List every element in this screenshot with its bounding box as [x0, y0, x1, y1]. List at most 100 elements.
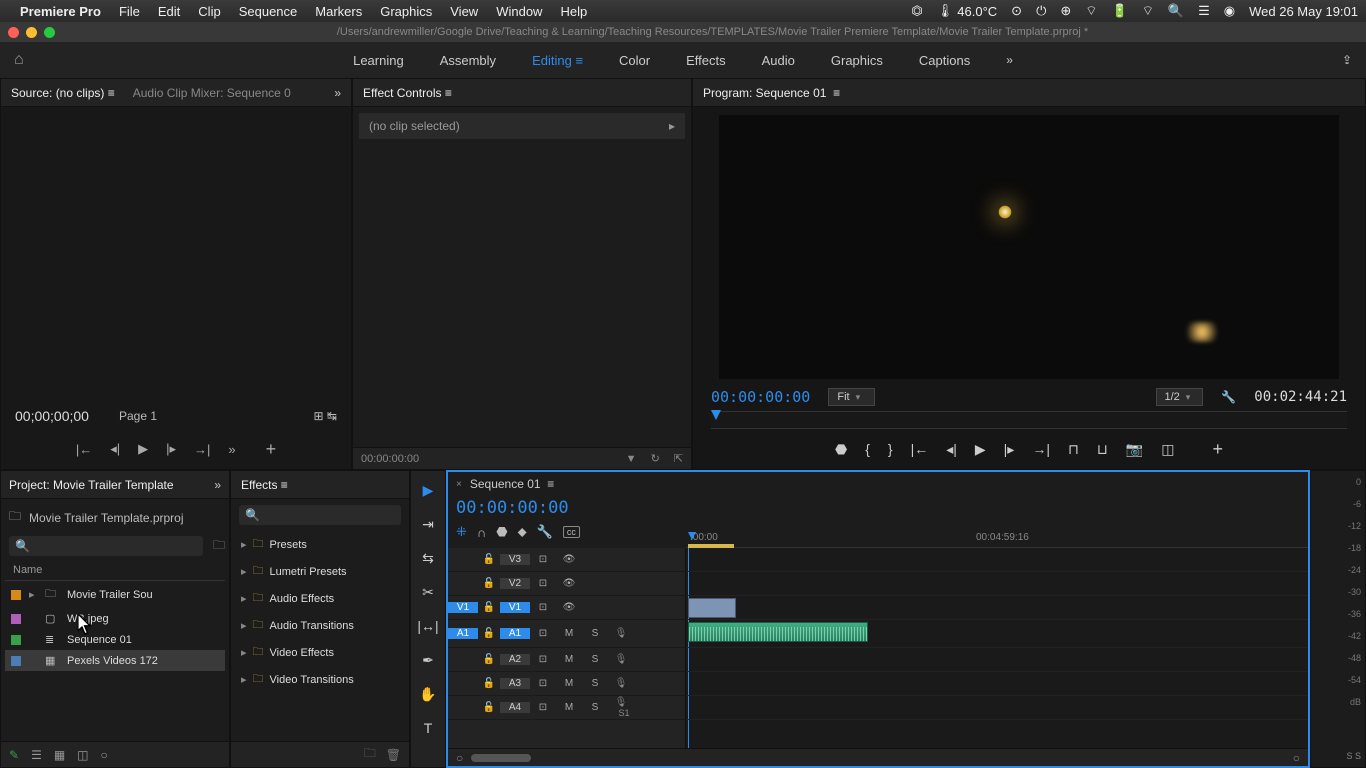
- track-target-a3[interactable]: A3: [500, 678, 530, 689]
- add-button-icon[interactable]: +: [266, 439, 277, 460]
- label-color-swatch[interactable]: [11, 656, 21, 666]
- video-clip[interactable]: [688, 598, 736, 618]
- track-select-tool-icon[interactable]: ⇥: [417, 513, 439, 535]
- lock-icon[interactable]: 🔓: [478, 702, 500, 713]
- button-editor-icon[interactable]: +: [1213, 439, 1224, 460]
- panel-overflow-icon[interactable]: »: [214, 478, 221, 492]
- lift-icon[interactable]: ⊓: [1068, 441, 1079, 458]
- workspace-captions[interactable]: Captions: [919, 53, 970, 68]
- add-marker-icon[interactable]: ⬣: [496, 524, 507, 540]
- step-forward-icon[interactable]: |▸: [166, 441, 176, 457]
- close-window-button[interactable]: [8, 27, 19, 38]
- lock-icon[interactable]: 🔓: [478, 628, 500, 639]
- razor-tool-icon[interactable]: ✂: [417, 581, 439, 603]
- menu-file[interactable]: File: [119, 4, 140, 19]
- project-item-bin[interactable]: 🗀 Movie Trailer Sou: [5, 581, 225, 608]
- lock-icon[interactable]: 🔓: [478, 554, 500, 565]
- workspace-effects[interactable]: Effects: [686, 53, 726, 68]
- voice-record-icon[interactable]: 🎙: [608, 678, 634, 689]
- app-name[interactable]: Premiere Pro: [20, 4, 101, 19]
- solo-icon[interactable]: S: [582, 678, 608, 689]
- settings-icon[interactable]: 🔧: [537, 524, 553, 540]
- step-back-icon[interactable]: ◂|: [946, 441, 957, 458]
- lock-icon[interactable]: 🔓: [478, 578, 500, 589]
- mute-icon[interactable]: M: [556, 702, 582, 713]
- toggle-output-icon[interactable]: ⊡: [530, 628, 556, 639]
- workspace-color[interactable]: Color: [619, 53, 650, 68]
- effects-search[interactable]: 🔍: [239, 505, 401, 525]
- source-patch-a1[interactable]: A1: [448, 628, 478, 639]
- hand-tool-icon[interactable]: ✋: [417, 683, 439, 705]
- mute-icon[interactable]: M: [556, 654, 582, 665]
- effects-folder-video-transitions[interactable]: 🗀Video Transitions: [235, 666, 405, 693]
- source-tab[interactable]: Source: (no clips) ≡: [11, 86, 115, 100]
- zoom-out-icon[interactable]: ○: [456, 751, 463, 765]
- siri-icon[interactable]: ◉: [1224, 3, 1235, 19]
- new-item-icon[interactable]: ✎: [9, 748, 19, 762]
- solo-icon[interactable]: S: [582, 654, 608, 665]
- program-preview[interactable]: [719, 115, 1339, 379]
- workspace-editing[interactable]: Editing ≡: [532, 53, 583, 68]
- add-marker-icon[interactable]: ⬣: [835, 441, 847, 458]
- effects-folder-presets[interactable]: 🗀Presets: [235, 531, 405, 558]
- horizontal-scrollbar[interactable]: [471, 754, 531, 762]
- source-patch-v1[interactable]: V1: [448, 602, 478, 613]
- timeline-ruler[interactable]: :00:00 00:04:59:16: [686, 532, 1308, 548]
- program-timecode[interactable]: 00:00:00:00: [711, 388, 810, 406]
- close-sequence-icon[interactable]: ×: [456, 479, 462, 490]
- mute-icon[interactable]: M: [556, 678, 582, 689]
- expand-icon[interactable]: ▸: [669, 119, 675, 133]
- zoom-slider[interactable]: ○: [101, 748, 108, 762]
- solo-icon[interactable]: S: [582, 628, 608, 639]
- effects-folder-lumetri[interactable]: 🗀Lumetri Presets: [235, 558, 405, 585]
- export-frame-icon[interactable]: 📷: [1126, 441, 1143, 458]
- program-tab[interactable]: Program: Sequence 01 ≡: [703, 86, 840, 100]
- solo-indicator[interactable]: S S: [1346, 751, 1361, 761]
- status-icon[interactable]: ⏻: [1036, 3, 1046, 19]
- overflow-icon[interactable]: »: [228, 442, 235, 457]
- program-playhead[interactable]: [711, 410, 721, 420]
- track-target-a2[interactable]: A2: [500, 654, 530, 665]
- eye-icon[interactable]: 👁: [556, 578, 582, 589]
- menu-view[interactable]: View: [450, 4, 478, 19]
- voice-record-icon[interactable]: 🎙S1: [608, 697, 634, 719]
- effects-folder-audio-effects[interactable]: 🗀Audio Effects: [235, 585, 405, 612]
- track-target-v1[interactable]: V1: [500, 602, 530, 613]
- settings-icon[interactable]: 🔧: [1221, 390, 1236, 404]
- spotlight-icon[interactable]: 🔍: [1168, 3, 1184, 19]
- track-target-a4[interactable]: A4: [500, 702, 530, 713]
- status-icon[interactable]: ⊙: [1011, 3, 1022, 19]
- workspace-overflow-icon[interactable]: »: [1006, 53, 1013, 67]
- icon-view-icon[interactable]: ▦: [54, 748, 65, 762]
- bluetooth-icon[interactable]: ⌔: [1085, 3, 1097, 19]
- project-item-image[interactable]: ▢ WB.jpeg: [5, 608, 225, 629]
- workspace-graphics[interactable]: Graphics: [831, 53, 883, 68]
- clock[interactable]: Wed 26 May 19:01: [1249, 4, 1358, 19]
- source-timecode[interactable]: 00;00;00;00: [15, 408, 89, 424]
- selection-tool-icon[interactable]: ▶: [417, 479, 439, 501]
- effects-folder-video-effects[interactable]: 🗀Video Effects: [235, 639, 405, 666]
- panel-overflow-icon[interactable]: »: [334, 86, 341, 100]
- menu-window[interactable]: Window: [496, 4, 542, 19]
- go-to-out-icon[interactable]: →|: [1032, 441, 1050, 457]
- workspace-learning[interactable]: Learning: [353, 53, 404, 68]
- minimize-window-button[interactable]: [26, 27, 37, 38]
- menu-sequence[interactable]: Sequence: [239, 4, 298, 19]
- toggle-output-icon[interactable]: ⊡: [530, 602, 556, 613]
- sequence-tab[interactable]: Sequence 01 ≡: [470, 477, 554, 491]
- eye-icon[interactable]: 👁: [556, 554, 582, 565]
- effects-tab[interactable]: Effects ≡: [241, 478, 288, 492]
- loop-icon[interactable]: ↻: [651, 452, 660, 465]
- wifi-icon[interactable]: ⌔: [1142, 3, 1154, 19]
- label-color-swatch[interactable]: [11, 635, 21, 645]
- battery-icon[interactable]: 🔋: [1112, 3, 1128, 19]
- share-icon[interactable]: ⇪: [1342, 53, 1352, 67]
- eye-icon[interactable]: 👁: [556, 602, 582, 613]
- track-target-v2[interactable]: V2: [500, 578, 530, 589]
- toggle-output-icon[interactable]: ⊡: [530, 678, 556, 689]
- track-target-a1[interactable]: A1: [500, 628, 530, 639]
- lock-icon[interactable]: 🔓: [478, 654, 500, 665]
- source-mode-icon[interactable]: ⊞ ↹: [314, 409, 337, 423]
- project-search[interactable]: 🔍: [9, 536, 203, 556]
- source-preview-area[interactable]: [1, 107, 351, 403]
